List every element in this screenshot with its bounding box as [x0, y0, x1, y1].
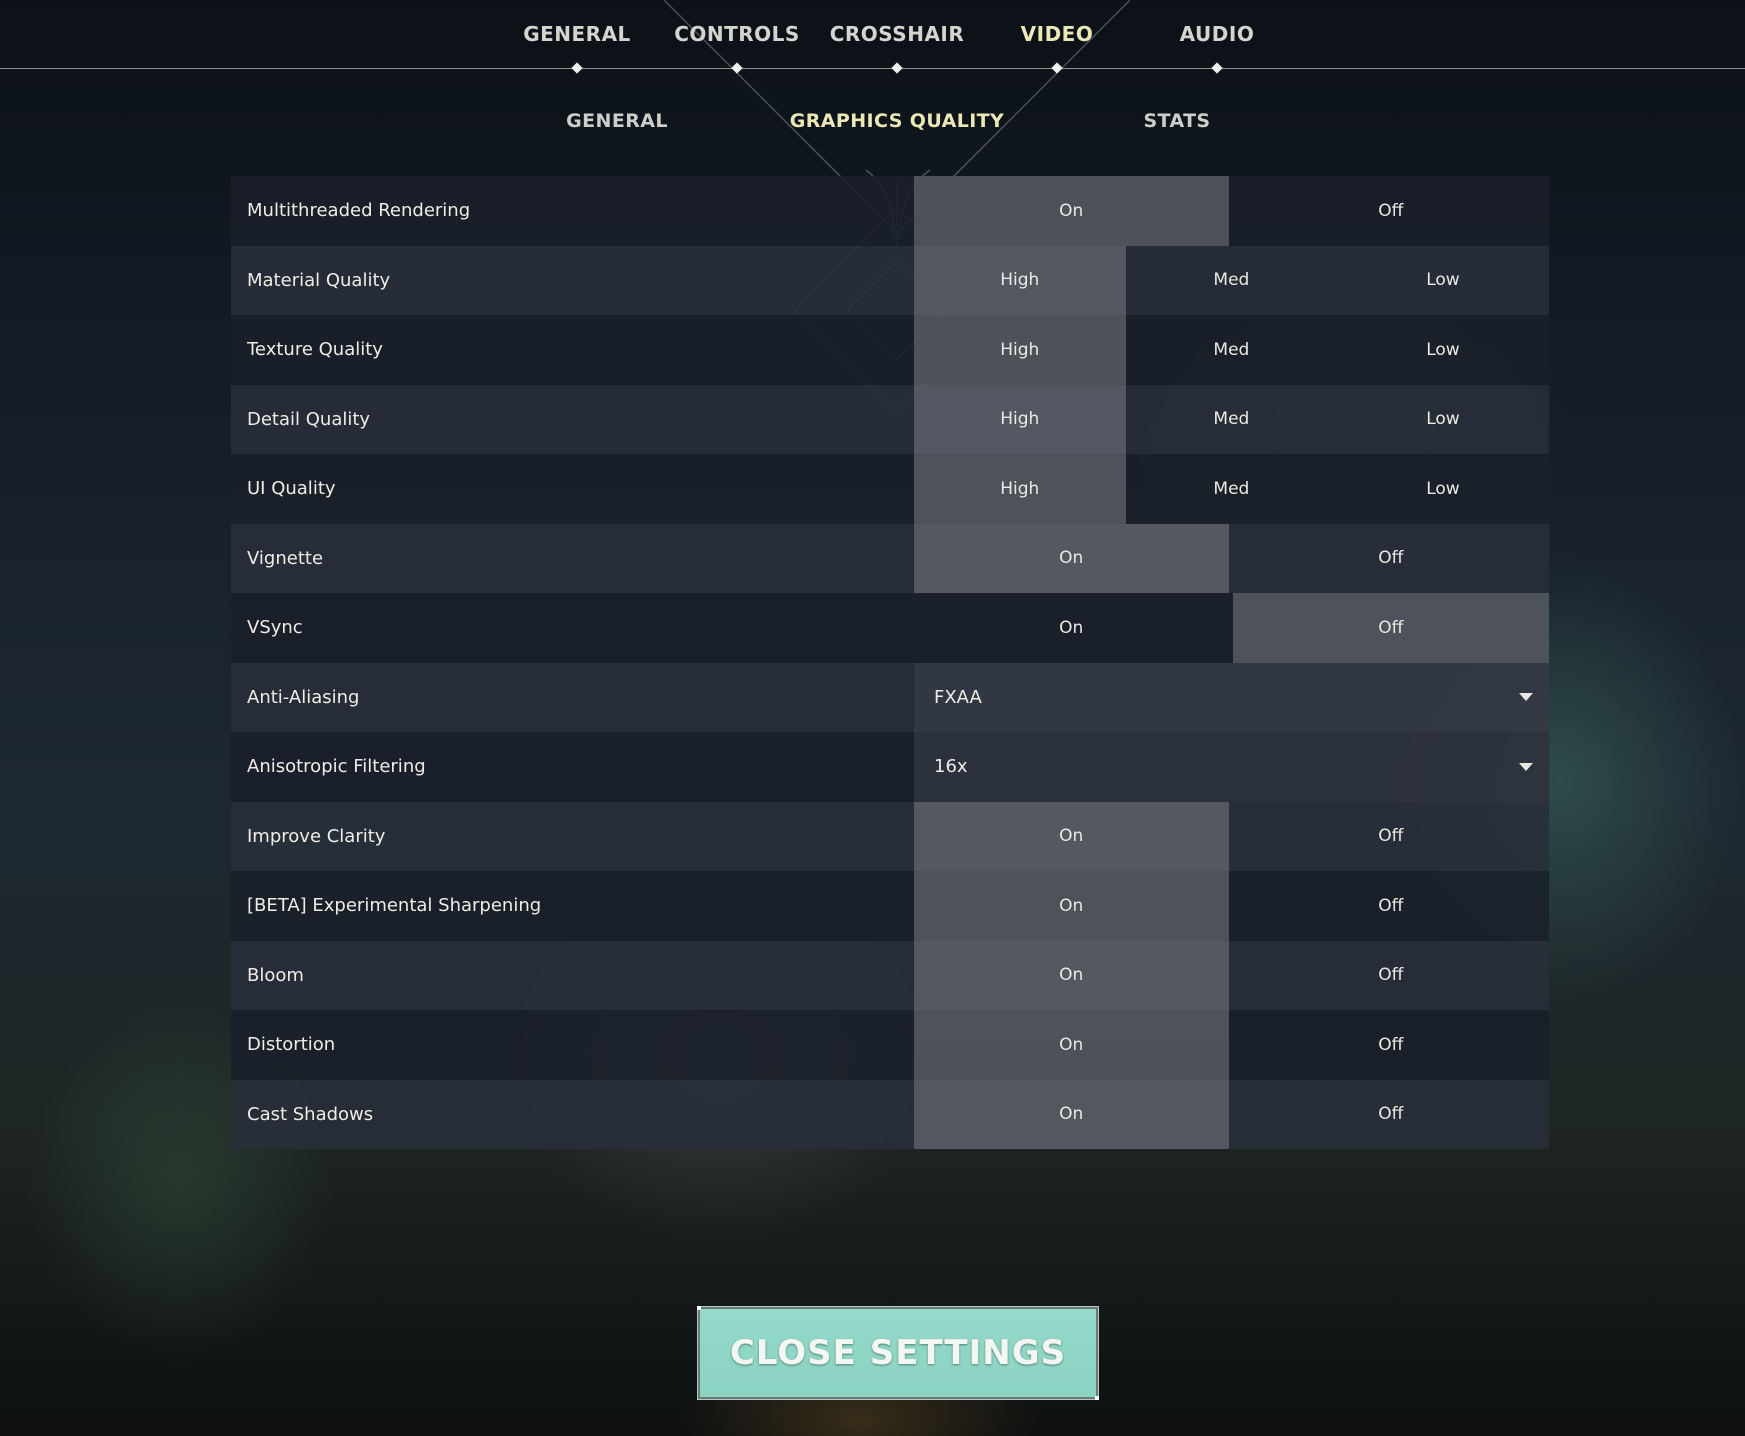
option-off[interactable]: Off [1233, 1080, 1550, 1150]
option-high[interactable]: High [914, 315, 1126, 385]
tab-controls[interactable]: CONTROLS [657, 22, 817, 48]
setting-options: On Off [914, 176, 1549, 246]
setting-options: On Off [914, 1079, 1550, 1150]
setting-label: Improve Clarity [247, 825, 386, 847]
option-med[interactable]: Med [1126, 454, 1338, 524]
option-low[interactable]: Low [1337, 385, 1549, 455]
setting-dropdown[interactable]: 16x [914, 732, 1549, 802]
setting-row: UI Quality High Med Low [231, 454, 1549, 524]
setting-options: High Med Low [914, 454, 1549, 524]
setting-label: Texture Quality [247, 339, 383, 361]
setting-label: Cast Shadows [247, 1103, 374, 1125]
tab-audio[interactable]: AUDIO [1137, 22, 1297, 48]
subtab-stats[interactable]: STATS [1057, 110, 1297, 136]
setting-dropdown[interactable]: FXAA [914, 662, 1549, 732]
option-off[interactable]: Off [1233, 524, 1550, 594]
setting-row: [BETA] Experimental Sharpening On Off [231, 871, 1549, 941]
setting-options: On Off [914, 801, 1550, 872]
setting-label: Vignette [247, 547, 324, 569]
option-high[interactable]: High [914, 384, 1126, 454]
setting-options: High Med Low [914, 245, 1549, 316]
setting-row: Anti-Aliasing FXAA [231, 662, 1549, 732]
setting-options: On Off [914, 1010, 1549, 1080]
option-off[interactable]: Off [1233, 941, 1550, 1011]
setting-row: Vignette On Off [231, 523, 1550, 594]
option-on[interactable]: On [914, 940, 1229, 1010]
subtab-graphics-quality[interactable]: GRAPHICS QUALITY [777, 110, 1017, 136]
top-nav: GENERAL CONTROLS CROSSHAIR VIDEO AUDIO [0, 0, 1745, 74]
setting-options: High Med Low [914, 384, 1549, 455]
setting-label: UI Quality [247, 478, 336, 500]
dropdown-value: FXAA [934, 686, 982, 708]
nav-divider [0, 68, 1745, 69]
setting-label: Detail Quality [247, 408, 371, 430]
option-off[interactable]: Off [1233, 802, 1550, 872]
setting-row: Bloom On Off [231, 940, 1550, 1011]
tab-crosshair[interactable]: CROSSHAIR [817, 22, 977, 48]
setting-options: High Med Low [914, 315, 1549, 385]
option-low[interactable]: Low [1337, 246, 1549, 316]
setting-label: Distortion [247, 1034, 336, 1056]
tab-general[interactable]: GENERAL [497, 22, 657, 48]
chevron-down-icon [1519, 693, 1533, 702]
chevron-down-icon [1519, 762, 1533, 771]
setting-label: Material Quality [247, 269, 391, 291]
close-settings-label: CLOSE SETTINGS [729, 1333, 1067, 1373]
setting-options: On Off [914, 940, 1550, 1011]
option-on[interactable]: On [914, 1079, 1229, 1149]
option-off[interactable]: Off [1233, 176, 1550, 246]
setting-row: Anisotropic Filtering 16x [231, 732, 1549, 802]
setting-row: Cast Shadows On Off [231, 1079, 1550, 1150]
setting-row: Distortion On Off [231, 1010, 1549, 1080]
option-on[interactable]: On [914, 1010, 1229, 1080]
option-off[interactable]: Off [1233, 871, 1550, 941]
setting-label: Anisotropic Filtering [247, 756, 426, 778]
option-on[interactable]: On [914, 801, 1229, 871]
setting-row: Texture Quality High Med Low [231, 315, 1549, 385]
option-low[interactable]: Low [1337, 454, 1549, 524]
option-on[interactable]: On [914, 871, 1229, 941]
option-on[interactable]: On [914, 176, 1229, 246]
setting-label: Multithreaded Rendering [247, 200, 471, 222]
option-med[interactable]: Med [1126, 246, 1338, 316]
setting-options: On Off [914, 523, 1550, 594]
setting-options: On Off [914, 593, 1549, 663]
option-off[interactable]: Off [1233, 1010, 1550, 1080]
settings-list: Multithreaded Rendering On Off Material Qua… [231, 176, 1549, 1149]
option-off[interactable]: Off [1232, 593, 1549, 663]
option-med[interactable]: Med [1126, 315, 1338, 385]
option-med[interactable]: Med [1126, 385, 1338, 455]
setting-row: Detail Quality High Med Low [231, 384, 1549, 455]
setting-row: Material Quality High Med Low [231, 245, 1549, 316]
setting-label: Bloom [247, 964, 304, 986]
setting-label: [BETA] Experimental Sharpening [247, 895, 542, 917]
option-high[interactable]: High [914, 454, 1126, 524]
setting-row: VSync On Off [231, 593, 1549, 663]
option-high[interactable]: High [914, 245, 1126, 315]
option-low[interactable]: Low [1337, 315, 1549, 385]
setting-label: Anti-Aliasing [247, 686, 360, 708]
close-settings-button[interactable]: CLOSE SETTINGS [697, 1306, 1099, 1400]
dropdown-value: 16x [934, 756, 968, 778]
tab-video[interactable]: VIDEO [977, 22, 1137, 48]
option-on[interactable]: On [914, 593, 1229, 663]
setting-row: Improve Clarity On Off [231, 801, 1550, 872]
subtab-general[interactable]: GENERAL [497, 110, 737, 136]
tab-marker-icon [571, 62, 583, 74]
option-on[interactable]: On [914, 523, 1229, 593]
setting-label: VSync [247, 617, 303, 639]
tab-marker-icon [1211, 62, 1223, 74]
setting-row: Multithreaded Rendering On Off [231, 176, 1549, 246]
setting-options: On Off [914, 871, 1549, 941]
